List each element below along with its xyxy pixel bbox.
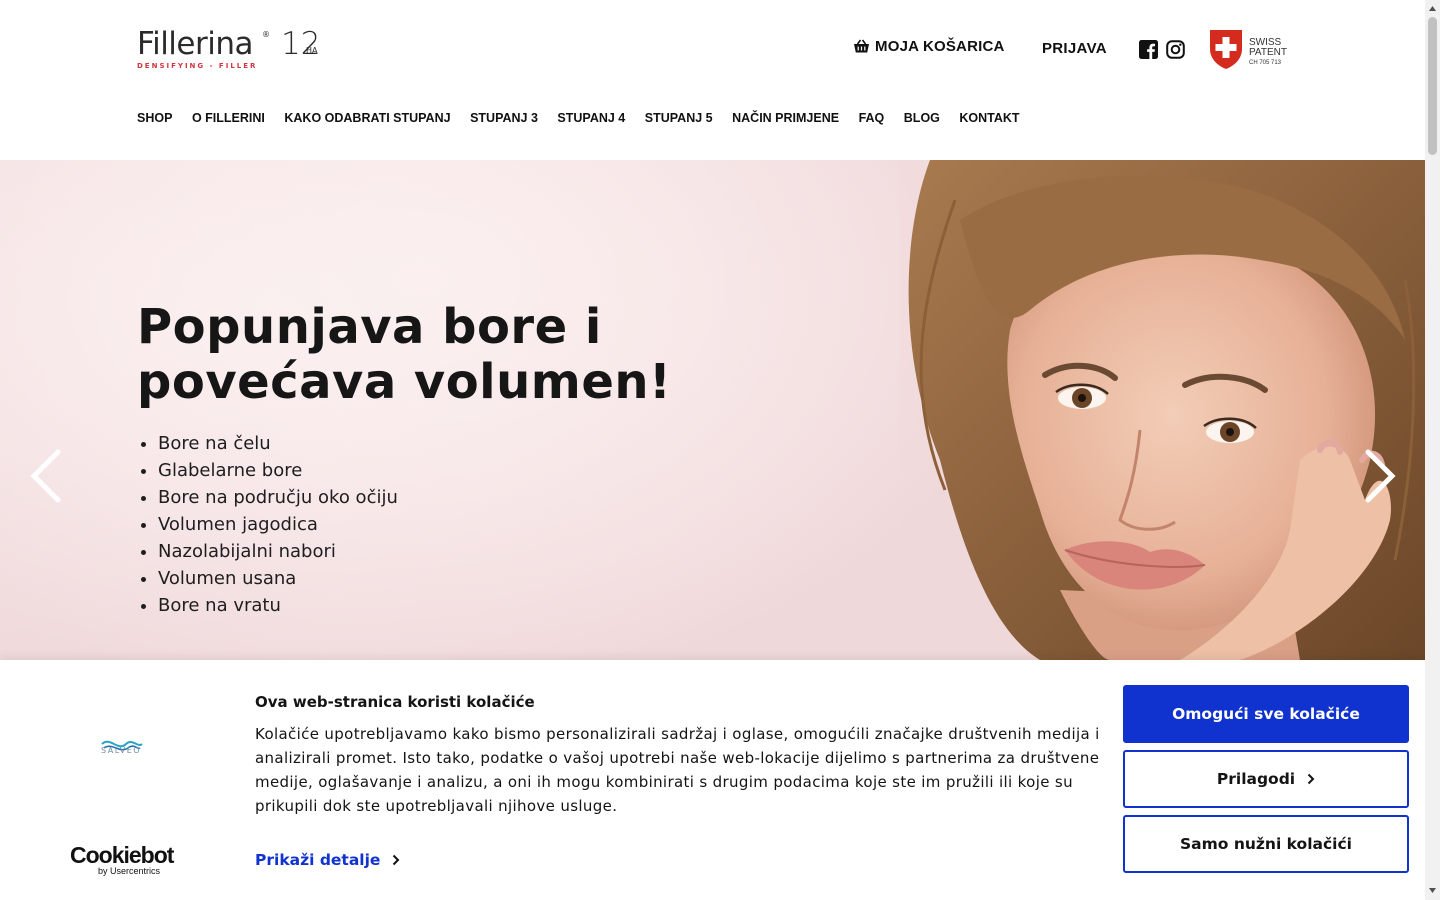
list-item: Bore na području oko očiju <box>158 484 398 511</box>
allow-all-cookies-button[interactable]: Omogući sve kolačiće <box>1123 685 1409 743</box>
customize-label: Prilagodi <box>1216 770 1296 788</box>
fillerina-logo[interactable]: Fillerina ® 12 HA DENSIFYING - FILLER <box>137 26 327 72</box>
customize-cookies-button[interactable]: Prilagodi <box>1123 750 1409 808</box>
hero-slider: Popunjava bore i povećava volumen! Bore … <box>0 160 1425 660</box>
scrollbar-thumb[interactable] <box>1428 17 1437 155</box>
show-details-link[interactable]: Prikaži detalje <box>255 851 400 869</box>
hero-title-line2: povećava volumen! <box>137 354 672 410</box>
cookiebot-wordmark: Cookiebot <box>70 842 174 868</box>
salveo-logo-text: SALVEO <box>101 746 142 755</box>
chevron-right-icon[interactable] <box>1360 448 1400 504</box>
nav-stupanj-3[interactable]: STUPANJ 3 <box>470 110 538 126</box>
necessary-cookies-button[interactable]: Samo nužni kolačići <box>1123 815 1409 873</box>
logo-tagline: DENSIFYING - FILLER <box>137 62 258 70</box>
nav-kontakt[interactable]: KONTAKT <box>959 110 1019 126</box>
list-item: Glabelarne bore <box>158 457 398 484</box>
swiss-patent-text: SWISS PATENT CH 705 713 <box>1249 38 1287 68</box>
instagram-icon[interactable] <box>1166 40 1185 59</box>
necessary-label: Samo nužni kolačići <box>1180 835 1352 853</box>
hero-title: Popunjava bore i povećava volumen! <box>137 300 777 410</box>
cart-link[interactable]: MOJA KOŠARICA <box>853 38 1005 55</box>
scroll-up-arrow-icon[interactable] <box>1428 4 1437 13</box>
cart-label: MOJA KOŠARICA <box>875 38 1005 55</box>
site-header: Fillerina ® 12 HA DENSIFYING - FILLER MO… <box>0 0 1425 161</box>
chevron-right-icon <box>393 854 400 866</box>
nav-stupanj-4[interactable]: STUPANJ 4 <box>557 110 625 126</box>
swiss-line3: CH 705 713 <box>1249 60 1282 66</box>
cookie-title: Ova web-stranica koristi kolačiće <box>255 693 535 711</box>
hero-title-line1: Popunjava bore i <box>137 299 602 355</box>
show-details-label: Prikaži detalje <box>255 851 381 869</box>
basket-icon <box>854 39 869 53</box>
list-item: Nazolabijalni nabori <box>158 538 398 565</box>
main-nav: SHOP O FILLERINI KAKO ODABRATI STUPANJ S… <box>137 110 1039 126</box>
list-item: Volumen usana <box>158 565 398 592</box>
nav-shop[interactable]: SHOP <box>137 110 172 126</box>
logo-name: Fillerina <box>137 26 254 62</box>
scroll-down-arrow-icon[interactable] <box>1428 886 1437 895</box>
nav-nacin-primjene[interactable]: NAČIN PRIMJENE <box>732 110 839 126</box>
logo-registered-mark: ® <box>262 30 270 39</box>
cookie-description: Kolačiće upotrebljavamo kako bismo perso… <box>255 725 1100 815</box>
swiss-patent-badge: SWISS PATENT CH 705 713 <box>1209 29 1293 71</box>
swiss-line2: PATENT <box>1249 47 1287 58</box>
list-item: Bore na vratu <box>158 592 398 619</box>
nav-stupanj-5[interactable]: STUPANJ 5 <box>645 110 713 126</box>
nav-faq[interactable]: FAQ <box>859 110 885 126</box>
login-link[interactable]: PRIJAVA <box>1042 40 1107 57</box>
nav-kako-odabrati-stupanj[interactable]: KAKO ODABRATI STUPANJ <box>284 110 450 126</box>
nav-o-fillerini[interactable]: O FILLERINI <box>192 110 265 126</box>
facebook-icon[interactable] <box>1139 40 1158 59</box>
logo-ha: HA <box>306 46 318 55</box>
chevron-right-icon <box>1307 773 1315 785</box>
cookiebot-logo: Cookiebot by Usercentrics <box>70 844 180 877</box>
nav-blog[interactable]: BLOG <box>904 110 940 126</box>
chevron-left-icon[interactable] <box>26 448 66 504</box>
allow-all-label: Omogući sve kolačiće <box>1172 705 1360 723</box>
list-item: Bore na čelu <box>158 430 398 457</box>
hero-benefits-list: Bore na čelu Glabelarne bore Bore na pod… <box>137 430 398 619</box>
list-item: Volumen jagodica <box>158 511 398 538</box>
logo-number: 12 <box>281 26 321 62</box>
cookie-banner: SALVEO Cookiebot by Usercentrics Ova web… <box>0 660 1425 900</box>
swiss-cross-icon <box>1210 30 1242 69</box>
page-scrollbar[interactable] <box>1425 0 1440 900</box>
